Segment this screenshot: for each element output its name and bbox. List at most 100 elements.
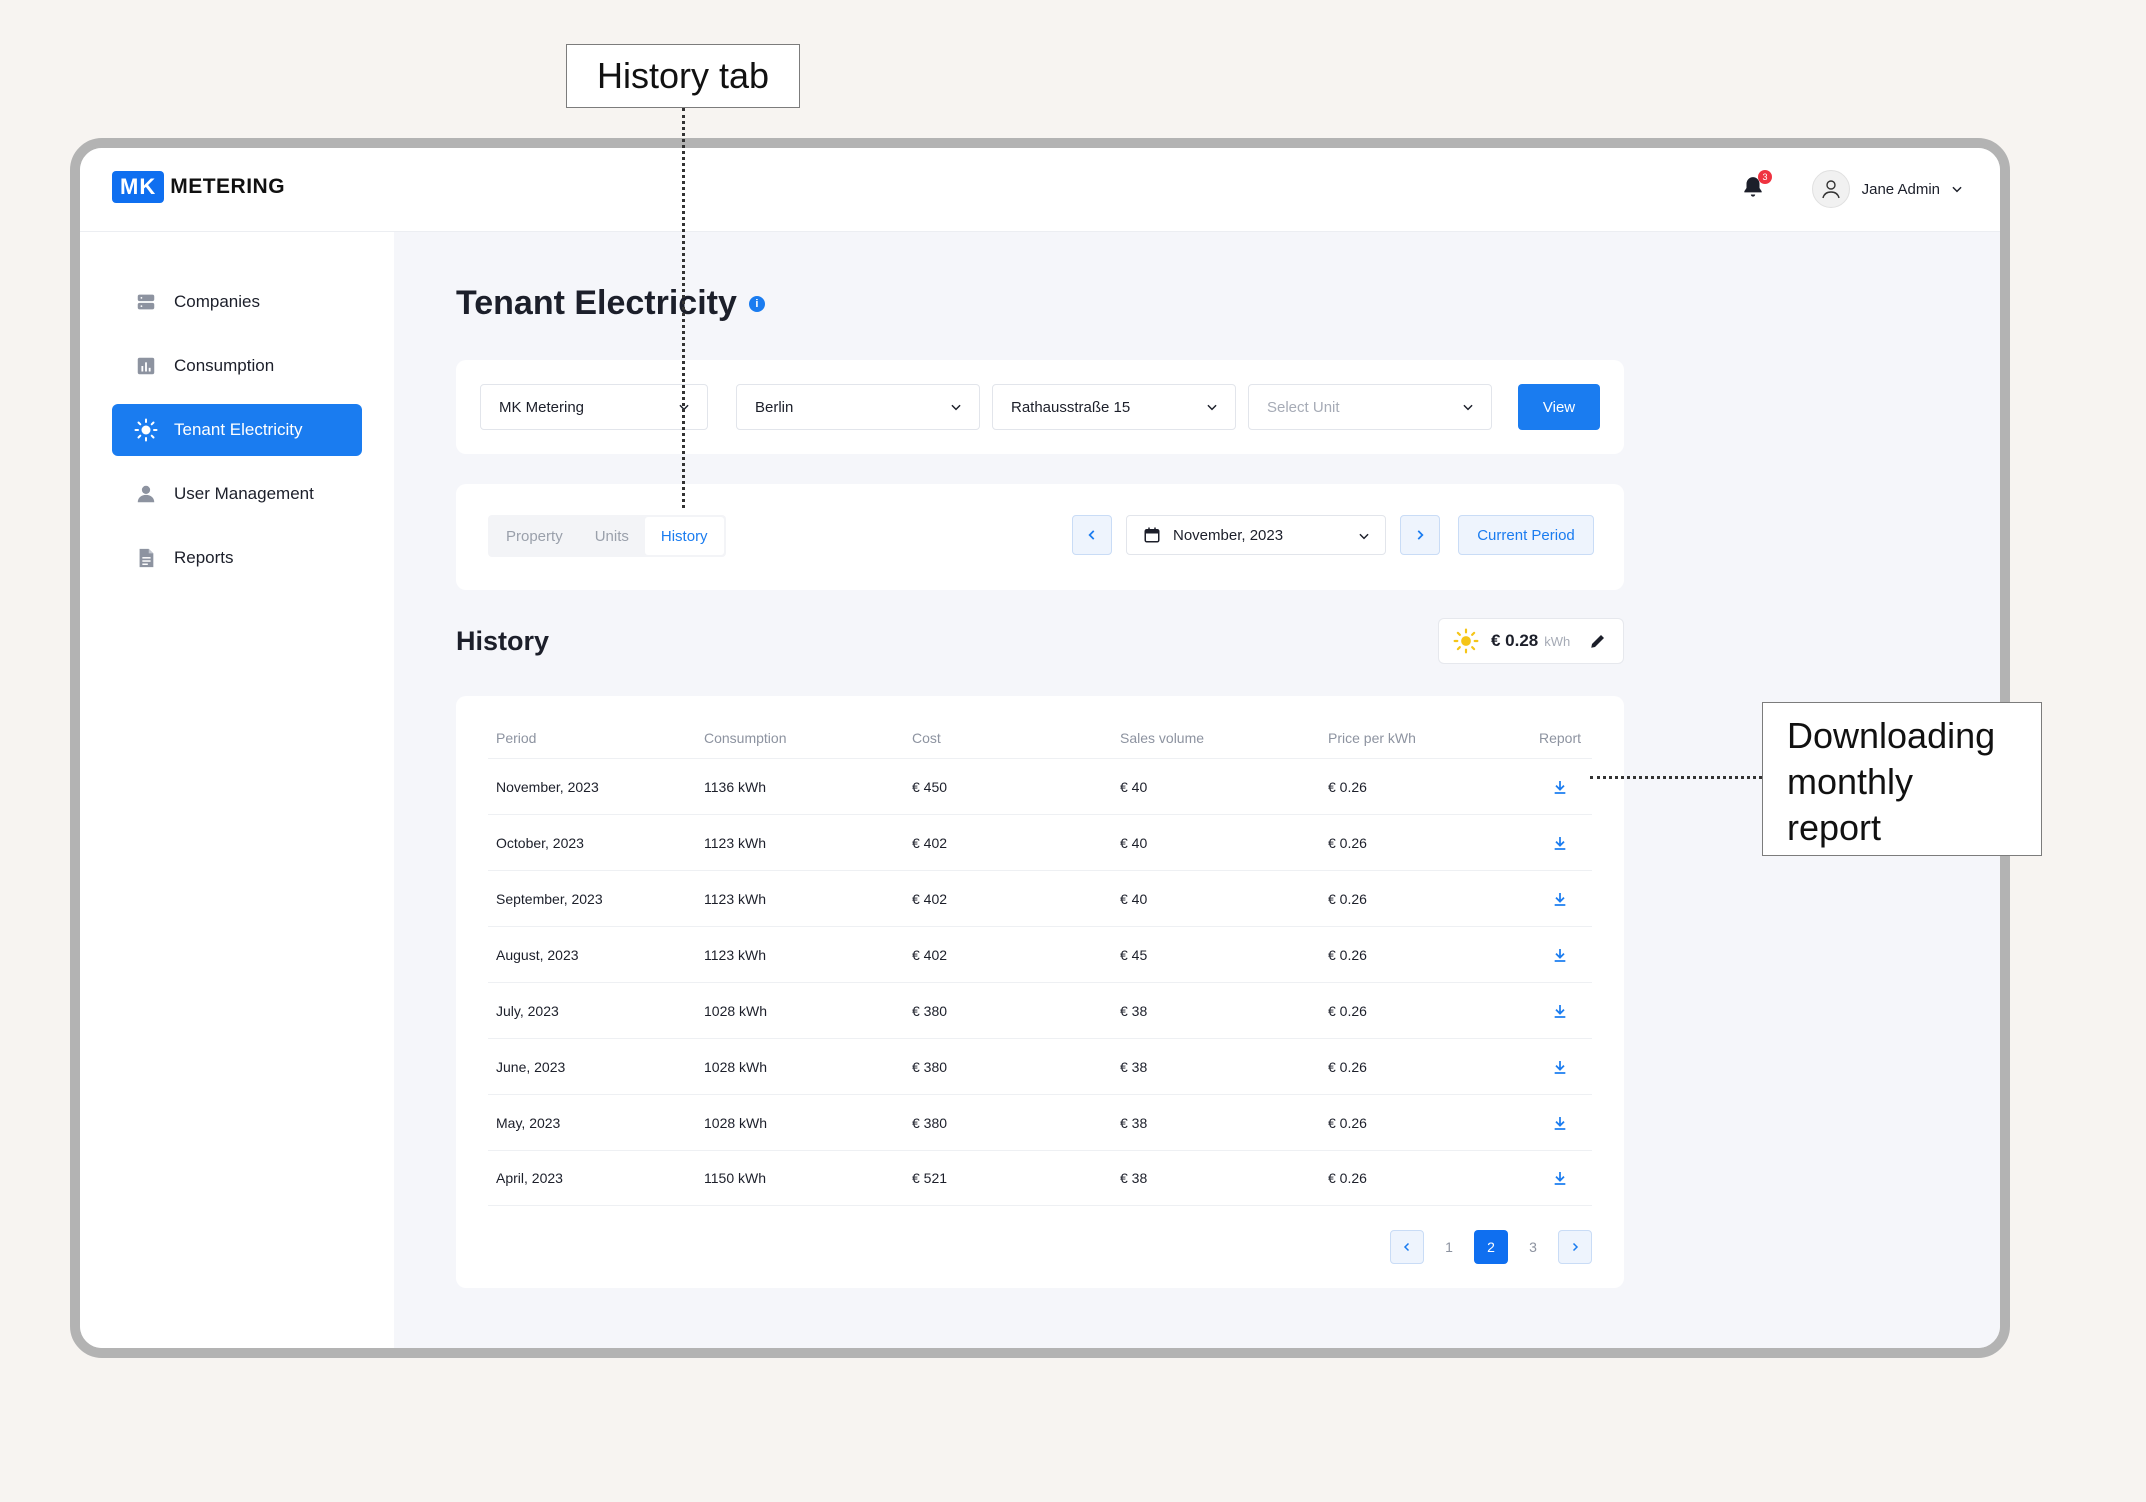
sidebar-item-consumption[interactable]: Consumption (112, 340, 362, 392)
sales-volume-cell: € 38 (1120, 1002, 1148, 1019)
sales-volume-cell: € 40 (1120, 834, 1148, 851)
download-report-button[interactable] (1528, 779, 1592, 795)
price-unit: kWh (1544, 633, 1571, 649)
logo[interactable]: MK METERING (112, 171, 285, 203)
pencil-icon[interactable] (1589, 632, 1607, 650)
table-header: Period Consumption Cost Sales volume Pri… (488, 718, 1592, 758)
notifications-button[interactable]: 3 (1740, 170, 1772, 204)
column-header: Sales volume (1120, 730, 1205, 746)
chevron-down-icon (1952, 186, 1962, 193)
cost-cell: € 450 (912, 778, 948, 795)
chevron-down-icon (1463, 404, 1473, 411)
period-cell: September, 2023 (496, 890, 603, 907)
price-cell: € 0.26 (1328, 1058, 1367, 1075)
chevron-right-icon (1572, 1242, 1579, 1252)
download-icon (1554, 1004, 1566, 1018)
user-avatar-icon (1821, 180, 1840, 199)
consumption-cell: 1123 kWh (704, 946, 766, 963)
download-report-button[interactable] (1528, 1003, 1592, 1019)
download-report-button[interactable] (1528, 947, 1592, 963)
unit-select[interactable]: Select Unit (1248, 384, 1492, 430)
sun-icon (1453, 628, 1479, 654)
tabs-bar: Property Units History November, 2023 Cu… (456, 484, 1624, 590)
chevron-down-icon (951, 404, 961, 411)
column-header: Cost (912, 730, 941, 746)
tab-units[interactable]: Units (579, 517, 645, 555)
sidebar-item-companies[interactable]: Companies (112, 276, 362, 328)
city-select[interactable]: Berlin (736, 384, 980, 430)
download-report-button[interactable] (1528, 1115, 1592, 1131)
sidebar-item-user-management[interactable]: User Management (112, 468, 362, 520)
sidebar-item-tenant-electricity[interactable]: Tenant Electricity (112, 404, 362, 456)
document-icon (139, 548, 154, 568)
table-row: October, 2023 1123 kWh € 402 € 40 € 0.26 (488, 814, 1592, 870)
column-header: Report (1538, 730, 1582, 746)
logo-text: METERING (170, 175, 286, 198)
period-select[interactable]: November, 2023 (1126, 515, 1386, 555)
page-2-button[interactable]: 2 (1474, 1230, 1508, 1264)
price-cell: € 0.26 (1328, 1114, 1367, 1131)
download-report-button[interactable] (1528, 891, 1592, 907)
sidebar-item-label: Tenant Electricity (174, 420, 303, 439)
user-icon (137, 485, 155, 503)
annotation-download-report: Downloading monthly report (1762, 702, 2042, 856)
tab-property[interactable]: Property (490, 517, 579, 555)
column-header: Price per kWh (1328, 730, 1416, 746)
page-3-button[interactable]: 3 (1516, 1230, 1550, 1264)
history-title: History (456, 626, 550, 656)
price-value: € 0.28 (1491, 631, 1539, 650)
prev-period-button[interactable] (1072, 515, 1112, 555)
download-icon (1554, 1116, 1566, 1130)
cost-cell: € 521 (912, 1170, 948, 1186)
page-title-text: Tenant Electricity (456, 284, 737, 322)
consumption-cell: 1028 kWh (704, 1002, 768, 1019)
tab-history[interactable]: History (644, 517, 724, 555)
tab-group: Property Units History (488, 515, 726, 557)
table-row: September, 2023 1123 kWh € 402 € 40 € 0.26 (488, 870, 1592, 926)
price-cell: € 0.26 (1328, 1002, 1367, 1019)
user-menu[interactable]: Jane Admin (1811, 170, 1964, 208)
download-icon (1554, 780, 1566, 794)
main-content: Tenant Electricity i MK Metering Berlin … (394, 232, 2000, 1348)
company-select[interactable]: MK Metering (480, 384, 708, 430)
sidebar-item-label: User Management (174, 484, 314, 503)
cost-cell: € 402 (912, 834, 948, 851)
download-report-button[interactable] (1528, 1059, 1592, 1075)
sales-volume-cell: € 40 (1120, 778, 1148, 795)
notification-badge: 3 (1758, 170, 1772, 184)
app-window: MK METERING 3 Jane Admin Companies Consu… (70, 138, 2010, 1358)
next-page-button[interactable] (1558, 1230, 1592, 1264)
chevron-right-icon (1417, 530, 1424, 540)
cost-cell: € 380 (912, 1114, 948, 1131)
current-period-button[interactable]: Current Period (1458, 515, 1594, 555)
cost-cell: € 402 (912, 890, 948, 907)
cost-cell: € 380 (912, 1058, 948, 1075)
page-1-button[interactable]: 1 (1432, 1230, 1466, 1264)
address-select[interactable]: Rathausstraße 15 (992, 384, 1236, 430)
next-period-button[interactable] (1400, 515, 1440, 555)
download-report-button[interactable] (1528, 1170, 1592, 1186)
download-report-button[interactable] (1528, 835, 1592, 851)
consumption-cell: 1123 kWh (704, 834, 766, 851)
server-icon (137, 294, 155, 310)
cost-cell: € 402 (912, 946, 948, 963)
period-cell: May, 2023 (496, 1114, 561, 1131)
price-per-kwh-control[interactable]: € 0.28 kWh (1438, 618, 1624, 664)
pagination: 1 2 3 (1382, 1230, 1592, 1264)
top-bar: MK METERING 3 Jane Admin (80, 148, 2000, 232)
sales-volume-cell: € 38 (1120, 1058, 1148, 1075)
filter-bar: MK Metering Berlin Rathausstraße 15 Sele… (456, 360, 1624, 454)
info-icon[interactable]: i (748, 295, 765, 312)
download-icon (1554, 1060, 1566, 1074)
period-value: November, 2023 (1173, 526, 1284, 544)
table-body: November, 2023 1136 kWh € 450 € 40 € 0.26 Oct… (488, 758, 1592, 1206)
sidebar-item-reports[interactable]: Reports (112, 532, 362, 584)
sales-volume-cell: € 38 (1120, 1170, 1148, 1186)
view-button[interactable]: View (1518, 384, 1600, 430)
consumption-cell: 1123 kWh (704, 890, 766, 907)
chevron-left-icon (1403, 1242, 1410, 1252)
price-cell: € 0.26 (1328, 1170, 1367, 1186)
bar-chart-icon (137, 357, 155, 375)
prev-page-button[interactable] (1390, 1230, 1424, 1264)
price-cell: € 0.26 (1328, 890, 1367, 907)
